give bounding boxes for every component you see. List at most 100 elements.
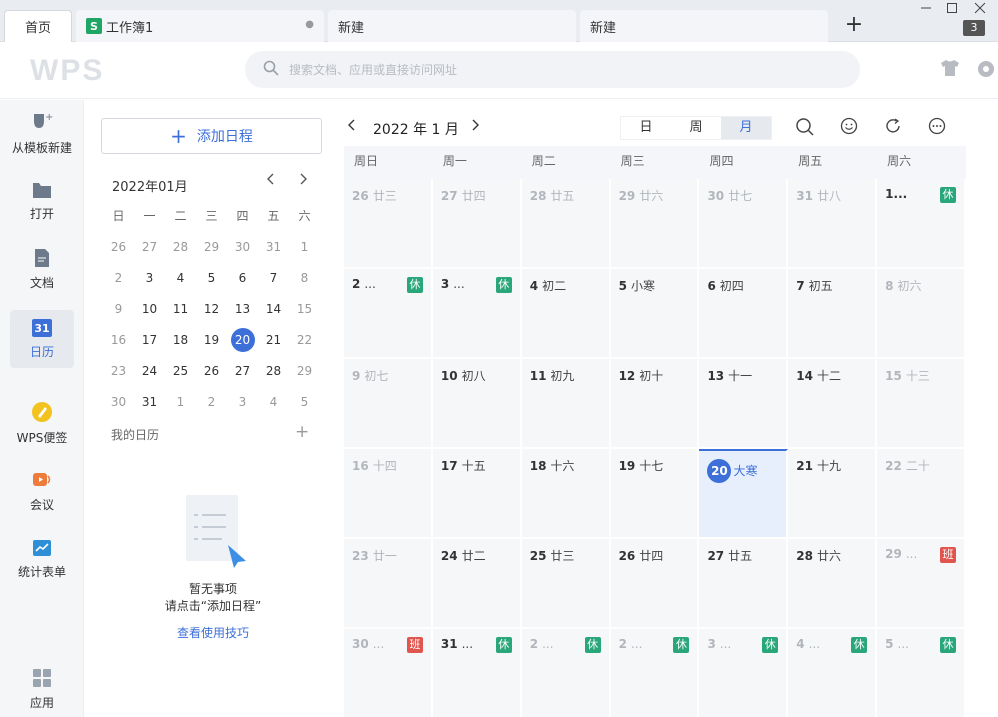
mini-day-cell[interactable]: 12: [196, 302, 227, 316]
view-week-button[interactable]: 周: [671, 117, 721, 139]
skin-icon[interactable]: [940, 59, 960, 81]
mini-day-cell[interactable]: 5: [196, 271, 227, 285]
day-cell[interactable]: 26 廿三: [344, 179, 433, 269]
settings-gear-icon[interactable]: [976, 59, 996, 83]
close-icon[interactable]: [974, 2, 986, 18]
nav-notes[interactable]: WPS便签: [10, 394, 74, 452]
mini-day-cell[interactable]: 22: [289, 333, 320, 347]
mini-day-cell[interactable]: 30: [103, 395, 134, 409]
search-input[interactable]: [289, 62, 789, 77]
add-schedule-button[interactable]: + 添加日程: [101, 118, 322, 154]
mini-day-cell[interactable]: 23: [103, 364, 134, 378]
mini-next-month-icon[interactable]: [298, 173, 308, 189]
mini-day-cell[interactable]: 7: [258, 271, 289, 285]
day-cell[interactable]: 27 廿五: [699, 539, 789, 629]
mini-day-cell[interactable]: 9: [103, 302, 134, 316]
day-cell[interactable]: 31... 休: [432, 629, 522, 717]
tab-new-2[interactable]: 新建: [580, 10, 828, 42]
day-cell[interactable]: 18 十六: [521, 449, 611, 539]
day-cell[interactable]: 12 初十: [610, 359, 700, 449]
mini-day-cell[interactable]: 20: [227, 327, 258, 352]
mini-day-cell[interactable]: 10: [134, 302, 165, 316]
nav-forms[interactable]: 统计表单: [10, 530, 74, 588]
search-icon[interactable]: [795, 117, 815, 141]
add-calendar-button[interactable]: +: [295, 422, 309, 442]
mini-day-cell[interactable]: 25: [165, 364, 196, 378]
day-cell[interactable]: 3... 休: [699, 629, 789, 717]
day-cell[interactable]: 2... 休: [521, 629, 611, 717]
mini-day-cell[interactable]: 1: [289, 240, 320, 254]
mini-day-cell[interactable]: 27: [227, 364, 258, 378]
mini-day-cell[interactable]: 6: [227, 271, 258, 285]
smiley-icon[interactable]: [840, 117, 858, 139]
mini-day-cell[interactable]: 28: [258, 364, 289, 378]
mini-day-cell[interactable]: 26: [103, 240, 134, 254]
refresh-icon[interactable]: [884, 117, 902, 139]
new-tab-button[interactable]: +: [840, 10, 868, 38]
nav-calendar[interactable]: 31 日历: [10, 310, 74, 368]
tab-home[interactable]: 首页: [4, 10, 72, 42]
window-count-badge[interactable]: 3: [963, 20, 985, 36]
day-cell[interactable]: 5... 休: [877, 629, 967, 717]
day-cell[interactable]: 8 初六: [877, 269, 967, 359]
mini-day-cell[interactable]: 29: [289, 364, 320, 378]
day-cell[interactable]: 17 十五: [432, 449, 522, 539]
mini-day-cell[interactable]: 31: [134, 395, 165, 409]
day-cell[interactable]: 4 初二: [521, 269, 611, 359]
day-cell[interactable]: 7 初五: [788, 269, 878, 359]
mini-day-cell[interactable]: 24: [134, 364, 165, 378]
day-cell[interactable]: 15 十三: [877, 359, 967, 449]
search-bar[interactable]: [245, 51, 860, 88]
day-cell[interactable]: 29... 班: [877, 539, 967, 629]
mini-day-cell[interactable]: 2: [103, 271, 134, 285]
next-month-icon[interactable]: [470, 118, 480, 136]
day-cell[interactable]: 19 十七: [610, 449, 700, 539]
mini-day-cell[interactable]: 16: [103, 333, 134, 347]
mini-day-cell[interactable]: 19: [196, 333, 227, 347]
day-cell[interactable]: 28 廿六: [788, 539, 878, 629]
more-options-icon[interactable]: [928, 117, 946, 139]
day-cell[interactable]: 29 廿六: [610, 179, 700, 269]
mini-day-cell[interactable]: 1: [165, 395, 196, 409]
day-cell[interactable]: 21 十九: [788, 449, 878, 539]
day-cell[interactable]: 10 初八: [432, 359, 522, 449]
day-cell[interactable]: 26 廿四: [610, 539, 700, 629]
day-cell[interactable]: 2... 休: [344, 269, 433, 359]
view-day-button[interactable]: 日: [621, 117, 671, 139]
mini-day-cell[interactable]: 14: [258, 302, 289, 316]
mini-day-cell[interactable]: 18: [165, 333, 196, 347]
mini-day-cell[interactable]: 13: [227, 302, 258, 316]
mini-day-cell[interactable]: 30: [227, 240, 258, 254]
mini-day-cell[interactable]: 28: [165, 240, 196, 254]
day-cell[interactable]: 30 廿七: [699, 179, 789, 269]
day-cell[interactable]: 24 廿二: [432, 539, 522, 629]
mini-day-cell[interactable]: 4: [258, 395, 289, 409]
tab-new-1[interactable]: 新建: [328, 10, 576, 42]
nav-apps[interactable]: 应用: [10, 660, 74, 717]
day-cell[interactable]: 9 初七: [344, 359, 433, 449]
day-cell[interactable]: 28 廿五: [521, 179, 611, 269]
tab-workbook[interactable]: S 工作簿1 ●: [76, 10, 324, 42]
mini-day-cell[interactable]: 17: [134, 333, 165, 347]
mini-day-cell[interactable]: 29: [196, 240, 227, 254]
mini-day-cell[interactable]: 4: [165, 271, 196, 285]
nav-meeting[interactable]: 会议: [10, 462, 74, 520]
day-cell[interactable]: 5 小寒: [610, 269, 700, 359]
mini-day-cell[interactable]: 11: [165, 302, 196, 316]
day-cell[interactable]: 11 初九: [521, 359, 611, 449]
day-cell[interactable]: 30... 班: [344, 629, 433, 717]
day-cell[interactable]: 2... 休: [610, 629, 700, 717]
nav-open[interactable]: 打开: [10, 172, 74, 230]
maximize-icon[interactable]: [946, 2, 958, 18]
day-cell[interactable]: 6 初四: [699, 269, 789, 359]
day-cell[interactable]: 14 十二: [788, 359, 878, 449]
day-cell[interactable]: 23 廿一: [344, 539, 433, 629]
minimize-icon[interactable]: [920, 0, 932, 18]
day-cell[interactable]: 1... 休: [877, 179, 967, 269]
mini-day-cell[interactable]: 26: [196, 364, 227, 378]
day-cell[interactable]: 13 十一: [699, 359, 789, 449]
usage-tips-link[interactable]: 查看使用技巧: [85, 624, 341, 641]
mini-prev-month-icon[interactable]: [266, 173, 276, 189]
mini-day-cell[interactable]: 21: [258, 333, 289, 347]
day-cell[interactable]: 25 廿三: [521, 539, 611, 629]
